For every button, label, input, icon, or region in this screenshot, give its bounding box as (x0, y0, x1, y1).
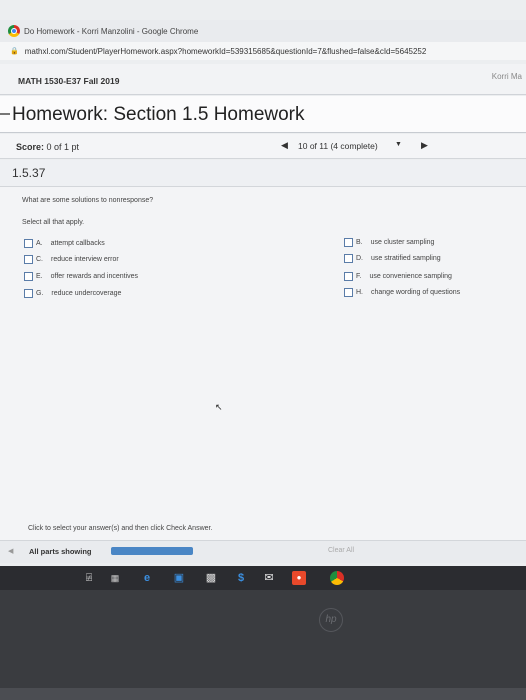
option-letter: C. (36, 256, 43, 263)
windows-taskbar: ⍯ ▦ e ▣ ▩ $ ✉ ● (0, 566, 526, 590)
option-a[interactable]: A. attempt callbacks (24, 239, 105, 248)
course-header: MATH 1530-E37 Fall 2019 Korri Ma (0, 64, 526, 95)
option-b[interactable]: B. use cluster sampling (344, 238, 434, 247)
score-row: Score: 0 of 1 pt ◀ 10 of 11 (4 complete)… (0, 134, 526, 159)
mouse-cursor-icon: ↖ (215, 402, 223, 412)
url-text[interactable]: mathxl.com/Student/PlayerHomework.aspx?h… (25, 47, 427, 56)
checkbox[interactable] (24, 255, 33, 264)
chevron-down-icon[interactable]: ▼ (395, 141, 402, 148)
option-letter: A. (36, 240, 43, 247)
score-value: 0 of 1 pt (46, 142, 80, 152)
option-letter: F. (356, 273, 362, 280)
briefcase-icon[interactable]: ▩ (204, 571, 218, 585)
option-label: reduce interview error (51, 256, 119, 263)
option-f[interactable]: F. use convenience sampling (344, 272, 452, 281)
parts-label: All parts showing (29, 547, 92, 556)
option-label: reduce undercoverage (51, 290, 122, 297)
parts-row: ◀ All parts showing Clear All (0, 540, 526, 563)
question-content: What are some solutions to nonresponse? … (0, 187, 526, 547)
browser-titlebar: Do Homework - Korri Manzolini - Google C… (0, 20, 526, 42)
user-name[interactable]: Korri Ma (492, 72, 522, 81)
checkbox[interactable] (24, 272, 33, 281)
task-view-icon[interactable]: ▦ (108, 571, 122, 585)
checkbox[interactable] (344, 272, 353, 281)
footer-instructions: Click to select your answer(s) and then … (28, 525, 213, 532)
dollar-icon[interactable]: $ (234, 571, 248, 585)
option-c[interactable]: C. reduce interview error (24, 255, 119, 264)
checkbox[interactable] (344, 238, 353, 247)
page-title: Homework: Section 1.5 Homework (12, 104, 305, 125)
mail-icon[interactable]: ✉ (262, 571, 276, 585)
option-letter: B. (356, 239, 363, 246)
microphone-icon[interactable]: ⍯ (82, 571, 96, 585)
checkbox[interactable] (24, 239, 33, 248)
question-text: What are some solutions to nonresponse? (22, 197, 154, 204)
lock-icon: 🔒 (10, 48, 19, 55)
question-number-row: 1.5.37 (0, 160, 526, 187)
question-number: 1.5.37 (12, 166, 46, 180)
homework-title-bar: Homework: Section 1.5 Homework (0, 96, 526, 133)
laptop-bezel (0, 688, 526, 700)
next-question-icon[interactable]: ▶ (421, 140, 428, 151)
previous-question-icon[interactable]: ◀ (281, 140, 288, 151)
option-letter: E. (36, 273, 43, 280)
score: Score: 0 of 1 pt (16, 142, 79, 152)
address-bar[interactable]: 🔒 mathxl.com/Student/PlayerHomework.aspx… (0, 42, 526, 60)
option-g[interactable]: G. reduce undercoverage (24, 289, 121, 298)
option-h[interactable]: H. change wording of questions (344, 288, 460, 297)
option-letter: D. (356, 255, 363, 262)
hp-logo-icon: hp (319, 608, 343, 632)
clear-all-button[interactable]: Clear All (328, 547, 354, 554)
option-e[interactable]: E. offer rewards and incentives (24, 272, 138, 281)
chrome-icon[interactable] (330, 571, 344, 585)
progress-fill (111, 547, 193, 555)
option-label: attempt callbacks (50, 240, 105, 247)
option-letter: H. (356, 289, 363, 296)
select-instruction: Select all that apply. (22, 219, 85, 226)
window-title: Do Homework - Korri Manzolini - Google C… (24, 26, 199, 36)
chrome-logo-icon (8, 25, 20, 37)
option-letter: G. (36, 290, 44, 297)
score-label: Score: (16, 142, 45, 152)
store-icon[interactable]: ▣ (172, 571, 186, 585)
option-label: use cluster sampling (370, 239, 435, 246)
parts-progress-bar (111, 547, 193, 555)
option-label: change wording of questions (371, 289, 461, 296)
media-icon[interactable]: ● (292, 571, 306, 585)
option-label: use stratified sampling (371, 255, 441, 262)
option-label: offer rewards and incentives (50, 273, 139, 280)
edge-icon[interactable]: e (140, 571, 154, 585)
option-d[interactable]: D. use stratified sampling (344, 254, 441, 263)
checkbox[interactable] (344, 288, 353, 297)
option-label: use convenience sampling (369, 273, 452, 280)
checkbox[interactable] (344, 254, 353, 263)
question-status-dropdown[interactable]: 10 of 11 (4 complete) (298, 141, 378, 151)
checkbox[interactable] (24, 289, 33, 298)
help-icon[interactable]: ◀ (8, 547, 13, 555)
course-title: MATH 1530-E37 Fall 2019 (18, 76, 120, 86)
screen: Do Homework - Korri Manzolini - Google C… (0, 0, 526, 590)
